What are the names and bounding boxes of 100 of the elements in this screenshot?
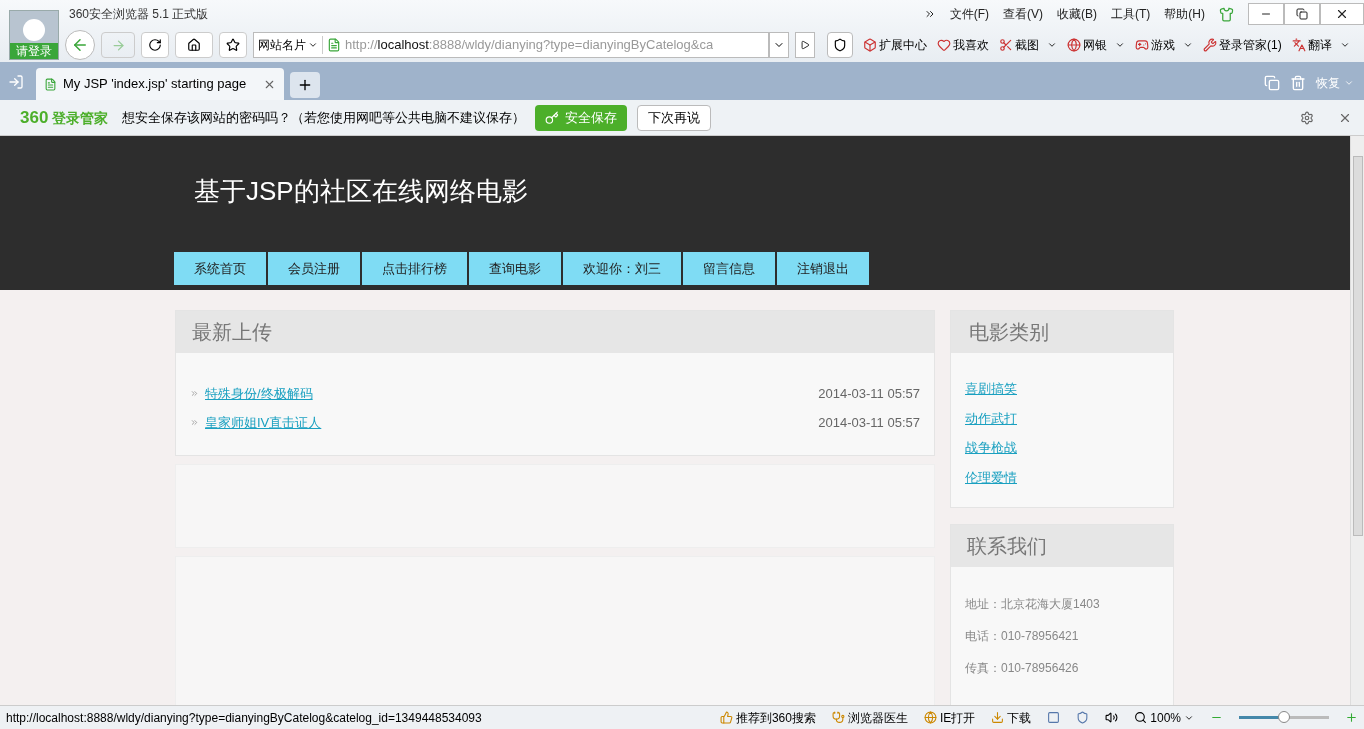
shield-icon bbox=[833, 38, 847, 52]
close-button[interactable] bbox=[1320, 3, 1364, 25]
extension-button[interactable]: 我喜欢 bbox=[937, 36, 989, 54]
zoom-slider-thumb[interactable] bbox=[1278, 711, 1290, 723]
contact-line: 电话：010-78956421 bbox=[965, 628, 1080, 645]
extension-button[interactable]: 翻译 bbox=[1291, 36, 1350, 54]
zoom-icon bbox=[1134, 711, 1148, 724]
nav-link[interactable]: 留言信息 bbox=[683, 252, 777, 285]
scissors-icon bbox=[999, 38, 1013, 52]
url-text: http://localhost:8888/wldy/dianying?type=dianyingByCatelog&ca bbox=[345, 36, 714, 55]
trash-icon[interactable] bbox=[1290, 75, 1306, 91]
page-icon bbox=[44, 77, 57, 91]
brand-logo: 360 登录管家 bbox=[20, 106, 109, 129]
nav-link[interactable]: 会员注册 bbox=[268, 252, 362, 285]
caret-icon bbox=[1344, 78, 1354, 88]
home-button[interactable] bbox=[175, 32, 213, 58]
site-card-button[interactable]: 网站名片 bbox=[254, 36, 323, 54]
nav-link[interactable]: 查询电影 bbox=[469, 252, 563, 285]
cube-icon bbox=[863, 38, 877, 52]
nav-link[interactable]: 欢迎你：刘三 bbox=[563, 252, 683, 285]
shield-button[interactable] bbox=[827, 32, 853, 58]
window-icon[interactable] bbox=[1264, 75, 1280, 91]
extension-button[interactable]: 扩展中心 bbox=[863, 36, 927, 54]
thumbs-up-icon bbox=[719, 711, 733, 724]
extension-button[interactable]: 网银 bbox=[1067, 36, 1125, 54]
maximize-button[interactable] bbox=[1284, 3, 1320, 25]
home-icon bbox=[187, 38, 201, 52]
wrench-icon bbox=[1203, 38, 1217, 52]
minimize-button[interactable] bbox=[1248, 3, 1284, 25]
nav-link[interactable]: 系统首页 bbox=[174, 252, 268, 285]
shield-icon[interactable] bbox=[1076, 711, 1090, 724]
gamepad-icon bbox=[1135, 38, 1149, 52]
caret-icon bbox=[308, 40, 318, 50]
globe-icon bbox=[1067, 38, 1081, 52]
address-bar[interactable]: 网站名片 http://localhost:8888/wldy/dianying?type=dianyingByCatelog&ca bbox=[253, 32, 769, 58]
forward-icon bbox=[110, 37, 126, 53]
menu-item[interactable]: 文件(F) bbox=[949, 5, 989, 23]
extension-button[interactable]: 游戏 bbox=[1135, 36, 1193, 54]
shirt-icon[interactable] bbox=[1219, 6, 1234, 22]
nav-link[interactable]: 点击排行榜 bbox=[362, 252, 469, 285]
window-title: 360安全浏览器 5.1 正式版 bbox=[69, 6, 209, 23]
menu-item[interactable]: 查看(V) bbox=[1003, 5, 1043, 23]
save-password-message: 想安全保存该网站的密码吗？（若您使用网吧等公共电脑不建议保存） bbox=[122, 108, 526, 127]
menu-item[interactable]: 收藏(B) bbox=[1057, 5, 1097, 23]
login-label: 请登录 bbox=[10, 43, 58, 59]
site-title: 基于JSP的社区在线网络电影 bbox=[194, 175, 529, 208]
caret-icon bbox=[1115, 40, 1125, 50]
restore-icon bbox=[1296, 8, 1308, 20]
page-icon bbox=[327, 38, 341, 52]
panel-title: 最新上传 bbox=[192, 320, 272, 345]
panel-title: 联系我们 bbox=[967, 534, 1047, 559]
zoom-button[interactable]: 100% bbox=[1134, 708, 1194, 727]
browser-tab[interactable]: My JSP 'index.jsp' starting page bbox=[36, 68, 284, 100]
upload-date: 2014-03-11 05:57 bbox=[818, 384, 920, 403]
play-icon bbox=[800, 40, 810, 50]
later-button[interactable]: 下次再说 bbox=[637, 104, 712, 131]
caret-icon bbox=[1339, 40, 1350, 50]
bullet-icon bbox=[190, 418, 199, 427]
heart-icon bbox=[937, 38, 951, 52]
contact-line: 传真：010-78956426 bbox=[965, 660, 1080, 677]
speaker-icon[interactable] bbox=[1105, 711, 1119, 724]
status-button[interactable]: 浏览器医生 bbox=[831, 708, 908, 727]
refresh-icon bbox=[148, 38, 162, 52]
scrollbar[interactable] bbox=[1350, 136, 1364, 705]
extension-button[interactable]: 截图 bbox=[999, 36, 1057, 54]
caret-icon bbox=[1047, 40, 1057, 50]
user-silhouette-icon bbox=[23, 19, 45, 41]
status-button[interactable]: IE打开 bbox=[923, 708, 976, 727]
stethoscope-icon bbox=[831, 711, 845, 724]
menu-item[interactable]: 帮助(H) bbox=[1164, 5, 1205, 23]
upload-date: 2014-03-11 05:57 bbox=[818, 413, 920, 432]
panel-title: 电影类别 bbox=[969, 320, 1049, 345]
translate-icon bbox=[1291, 38, 1306, 52]
extension-button[interactable]: 登录管家(1) bbox=[1203, 36, 1282, 54]
download-icon bbox=[991, 711, 1005, 724]
go-button[interactable] bbox=[795, 32, 815, 58]
status-button[interactable]: 下载 bbox=[991, 708, 1032, 727]
favorite-button[interactable] bbox=[219, 32, 247, 58]
star-icon bbox=[226, 38, 240, 52]
settings-icon[interactable] bbox=[1300, 110, 1314, 125]
menu-item[interactable]: 工具(T) bbox=[1111, 5, 1151, 23]
window-icon[interactable] bbox=[1047, 711, 1061, 724]
key-icon bbox=[545, 110, 560, 125]
globe-icon bbox=[923, 711, 937, 724]
close-icon bbox=[1335, 7, 1349, 21]
plus-icon bbox=[297, 77, 313, 93]
sidebar-toggle-icon[interactable] bbox=[8, 74, 24, 90]
back-button[interactable] bbox=[65, 30, 95, 60]
nav-link[interactable]: 注销退出 bbox=[777, 252, 871, 285]
zoom-in-icon[interactable] bbox=[1345, 711, 1358, 724]
contact-line: 地址：北京花海大厦1403 bbox=[965, 596, 1101, 613]
status-url: http://localhost:8888/wldy/dianying?type=dianyingByCatelog&catelog_id=1349448534093 bbox=[6, 709, 482, 727]
dropdown-button[interactable] bbox=[769, 32, 789, 58]
new-tab-button[interactable] bbox=[290, 72, 320, 98]
refresh-button[interactable] bbox=[141, 32, 169, 58]
status-button[interactable]: 推荐到360搜索 bbox=[719, 708, 816, 727]
more-icon[interactable] bbox=[923, 8, 936, 20]
caret-icon bbox=[1183, 40, 1193, 50]
back-icon bbox=[71, 36, 89, 54]
bullet-icon bbox=[190, 389, 199, 398]
